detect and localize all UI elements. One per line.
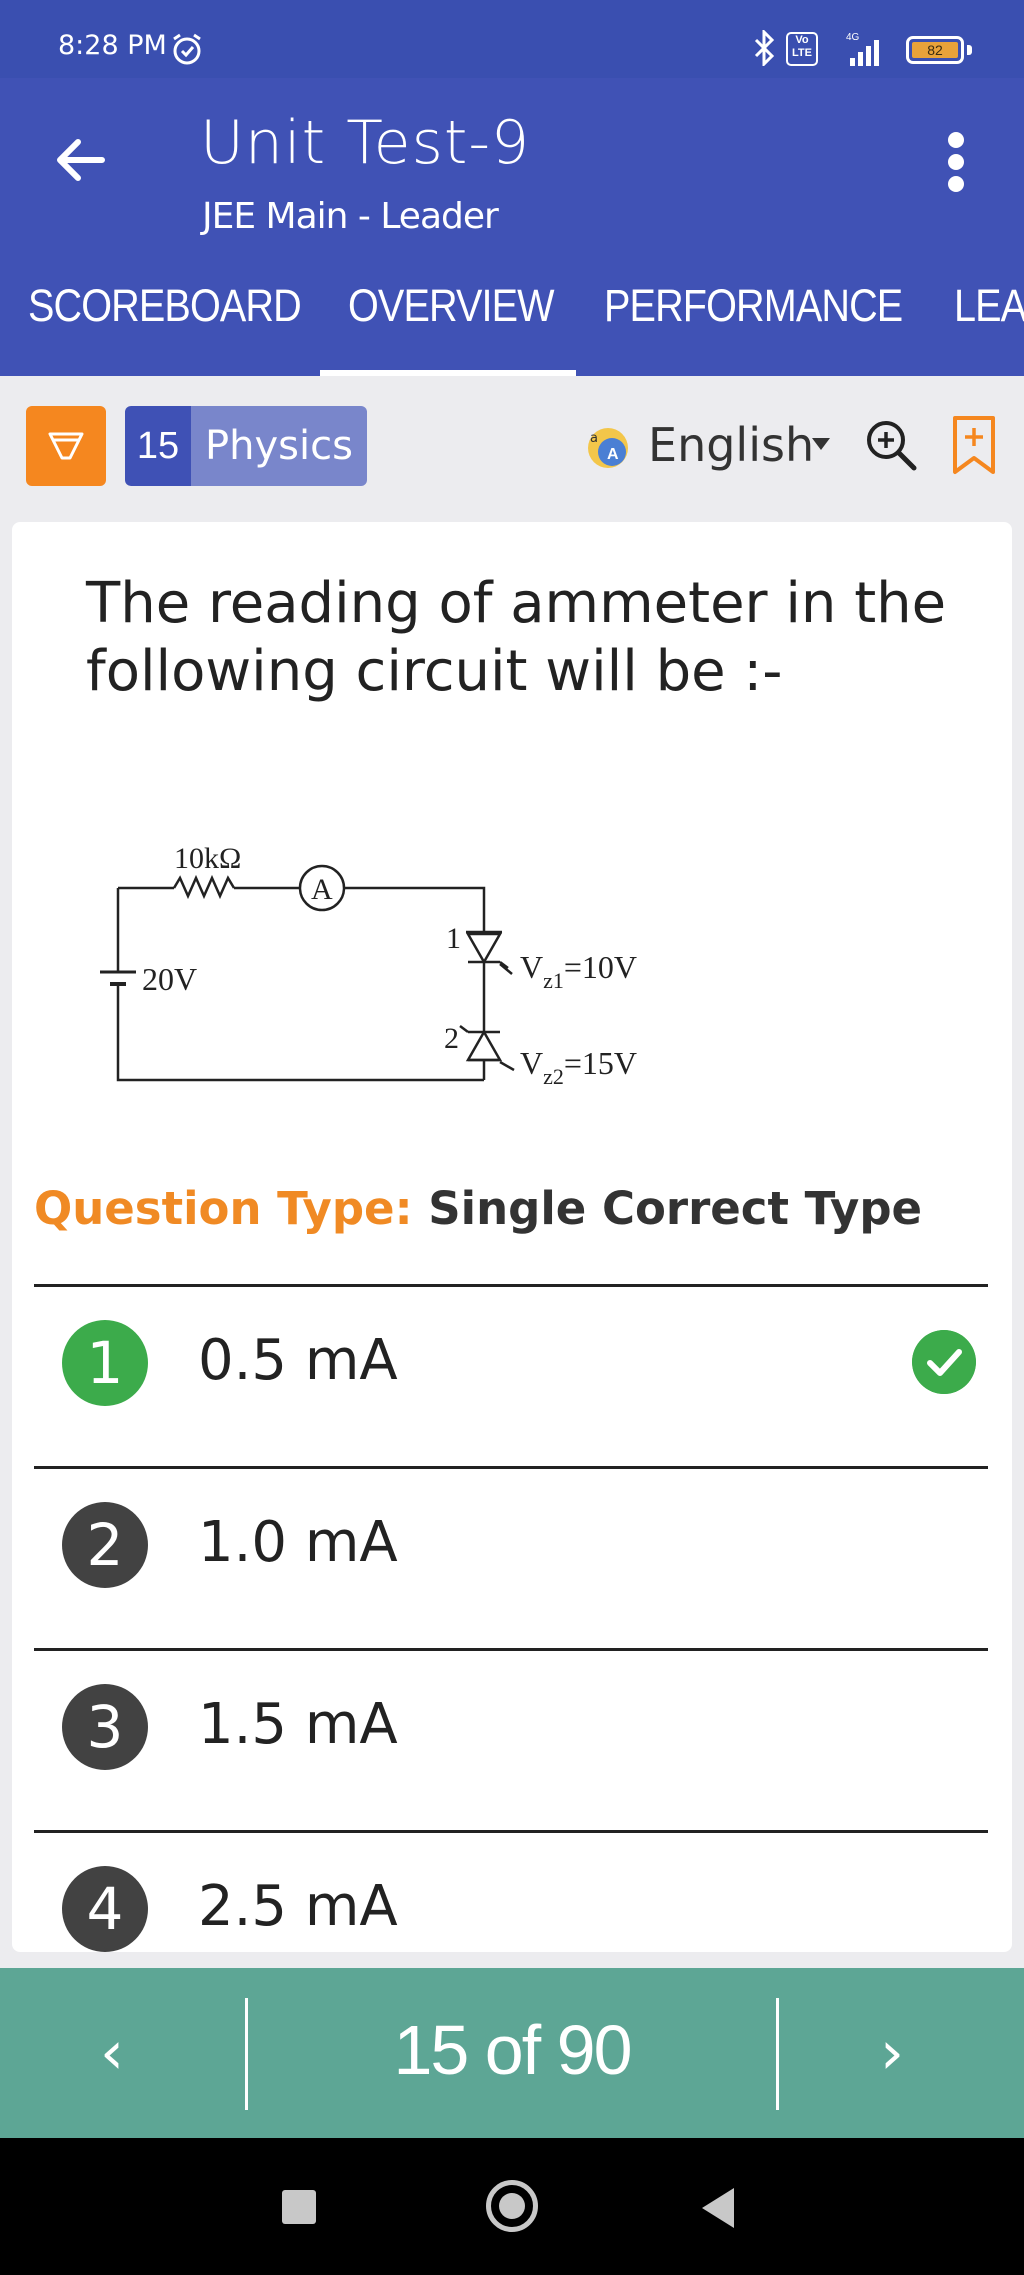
- filter-bar: 15 Physics A a English: [0, 376, 1024, 506]
- diode2-index: 2: [444, 1022, 459, 1055]
- option-3[interactable]: 3 1.5 mA: [12, 1652, 1012, 1802]
- tab-overview[interactable]: OVERVIEW: [348, 280, 555, 332]
- back-arrow-icon[interactable]: [52, 130, 112, 190]
- divider: [34, 1284, 988, 1287]
- divider: [34, 1466, 988, 1469]
- recent-apps-icon[interactable]: [282, 2190, 316, 2224]
- alarm-icon: [173, 33, 201, 65]
- ammeter-label: A: [311, 873, 333, 906]
- checkmark-icon: [912, 1330, 976, 1394]
- option-number-badge: 2: [62, 1502, 148, 1588]
- question-type-value: Single Correct Type: [428, 1182, 923, 1235]
- status-bar: 8:28 PM Vo LTE 4G 82: [0, 0, 1024, 78]
- divider: [776, 1998, 779, 2110]
- filter-button[interactable]: [26, 406, 106, 486]
- system-back-icon[interactable]: [702, 2188, 734, 2228]
- option-1[interactable]: 1 0.5 mA: [12, 1288, 1012, 1438]
- previous-question-button[interactable]: ‹: [100, 2018, 124, 2088]
- system-nav-bar: [0, 2138, 1024, 2275]
- subject-name: Physics: [191, 406, 367, 486]
- source-label: 20V: [142, 961, 197, 997]
- tab-leaderboard[interactable]: LEA: [954, 280, 1024, 332]
- chevron-down-icon[interactable]: [812, 438, 830, 450]
- divider: [34, 1830, 988, 1833]
- next-question-button[interactable]: ›: [880, 2018, 904, 2088]
- diode1-index: 1: [446, 922, 461, 955]
- language-select[interactable]: English: [648, 418, 814, 472]
- svg-text:a: a: [590, 431, 598, 446]
- battery-level: 82: [912, 42, 958, 58]
- question-counter[interactable]: 15 of 90: [248, 2010, 776, 2090]
- battery-icon: 82: [906, 36, 972, 64]
- bookmark-add-icon[interactable]: [950, 414, 998, 478]
- divider: [34, 1648, 988, 1651]
- option-text: 2.5 mA: [198, 1874, 398, 1939]
- resistor-label: 10kΩ: [174, 842, 241, 875]
- filter-icon: [48, 432, 84, 460]
- question-type: Question Type: Single Correct Type: [34, 1182, 922, 1235]
- question-card: The reading of ammeter in the following …: [12, 522, 1012, 1952]
- question-type-label: Question Type:: [34, 1182, 413, 1235]
- circuit-diagram: 10kΩ A 20V 1 2 Vz1=10V Vz2=15V: [100, 842, 637, 1089]
- option-text: 1.0 mA: [198, 1510, 398, 1575]
- more-menu-icon[interactable]: [944, 132, 968, 196]
- home-icon[interactable]: [486, 2180, 538, 2232]
- subject-chip[interactable]: 15 Physics: [125, 406, 367, 486]
- vz2-label: Vz2=15V: [520, 1045, 637, 1089]
- svg-text:A: A: [607, 446, 619, 463]
- signal-icon: 4G: [846, 32, 879, 66]
- option-4[interactable]: 4 2.5 mA: [12, 1834, 1012, 1952]
- option-number-badge: 4: [62, 1866, 148, 1952]
- option-text: 0.5 mA: [198, 1328, 398, 1393]
- option-2[interactable]: 2 1.0 mA: [12, 1470, 1012, 1620]
- question-number: 15: [125, 406, 191, 486]
- tab-bar: SCOREBOARD OVERVIEW PERFORMANCE LEA: [0, 252, 1024, 376]
- translate-icon: A a: [588, 428, 628, 468]
- tab-scoreboard[interactable]: SCOREBOARD: [28, 280, 302, 332]
- zoom-in-icon[interactable]: [862, 416, 920, 474]
- svg-text:4G: 4G: [846, 32, 860, 43]
- status-time: 8:28 PM: [58, 30, 167, 61]
- option-number-badge: 3: [62, 1684, 148, 1770]
- question-text: The reading of ammeter in the following …: [86, 571, 947, 704]
- bluetooth-icon: [754, 30, 775, 66]
- app-bar: Unit Test-9 JEE Main - Leader: [0, 78, 1024, 252]
- vz1-label: Vz1=10V: [520, 949, 637, 993]
- page-subtitle: JEE Main - Leader: [202, 196, 499, 237]
- tab-performance[interactable]: PERFORMANCE: [604, 280, 903, 332]
- option-number-badge: 1: [62, 1320, 148, 1406]
- volte-icon: Vo LTE: [786, 32, 818, 66]
- page-title: Unit Test-9: [200, 108, 531, 178]
- option-text: 1.5 mA: [198, 1692, 398, 1757]
- question-navigator: ‹ 15 of 90 ›: [0, 1968, 1024, 2138]
